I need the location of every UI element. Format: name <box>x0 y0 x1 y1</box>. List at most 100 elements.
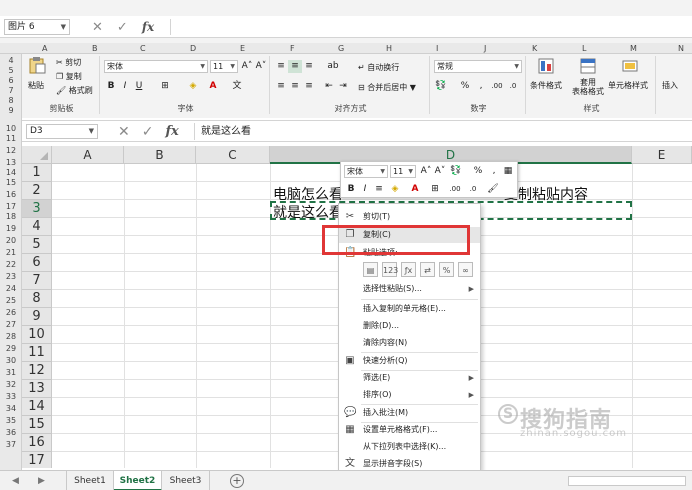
name-box[interactable]: D3 ▼ <box>26 124 98 139</box>
row-header[interactable]: 1 <box>22 164 52 182</box>
align-middle-icon[interactable]: ≡ <box>288 60 302 73</box>
check-icon[interactable]: ✓ <box>142 124 154 140</box>
row-header[interactable]: 2 <box>22 182 52 200</box>
column-header-a[interactable]: A <box>52 146 124 164</box>
paste-button[interactable] <box>28 56 46 76</box>
paste-link-icon[interactable]: ∞ <box>458 262 473 277</box>
menu-item-insert-comment[interactable]: 💬 插入批注(M) <box>339 405 480 421</box>
cell-style-label[interactable]: 单元格样式 <box>608 80 648 91</box>
row-header[interactable]: 16 <box>22 434 52 452</box>
font-color-icon[interactable]: A <box>408 183 422 196</box>
cell-style-icon[interactable] <box>622 58 638 76</box>
mini-font-select[interactable]: 宋体 ▼ <box>344 165 388 178</box>
border-icon[interactable]: ⊞ <box>158 80 172 93</box>
row-header[interactable]: 13 <box>22 380 52 398</box>
fill-color-icon[interactable]: ◈ <box>186 80 200 93</box>
increase-decimal-icon[interactable]: .00 <box>490 80 504 93</box>
percent-button[interactable]: % <box>458 80 472 93</box>
menu-item-delete[interactable]: 删除(D)... <box>339 318 480 334</box>
copy-button[interactable]: ❐ 复制 <box>56 71 82 82</box>
mini-bold-button[interactable]: B <box>344 183 358 196</box>
font-size-select[interactable]: 11 ▼ <box>210 60 238 73</box>
menu-item-filter[interactable]: 筛选(E) ▶ <box>339 370 480 386</box>
align-right-icon[interactable]: ≡ <box>302 80 316 93</box>
table-format-label[interactable]: 套用 表格格式 <box>572 78 604 96</box>
sheet-tab-sheet3[interactable]: Sheet3 <box>162 471 210 490</box>
conditional-format-icon[interactable] <box>538 58 554 76</box>
table-format-icon[interactable] <box>580 58 596 76</box>
scroll-right-icon[interactable]: ▶ <box>38 471 45 490</box>
decrease-indent-icon[interactable]: ⇤ <box>322 80 336 93</box>
currency-icon[interactable]: 💱 <box>434 80 448 93</box>
paste-formatting-icon[interactable]: % <box>439 262 454 277</box>
align-top-icon[interactable]: ≡ <box>274 60 288 73</box>
align-left-icon[interactable]: ≡ <box>274 80 288 93</box>
fill-color-icon[interactable]: ◈ <box>388 183 402 196</box>
format-table-icon[interactable]: ▦ <box>501 165 515 178</box>
chevron-down-icon[interactable]: ▼ <box>61 20 66 34</box>
conditional-format-label[interactable]: 条件格式 <box>530 80 562 91</box>
paste-values-icon[interactable]: 123 <box>382 262 398 277</box>
cancel-icon[interactable]: ✕ <box>92 20 103 35</box>
decrease-font-icon[interactable]: A˅ <box>254 60 268 73</box>
mini-size-select[interactable]: 11 ▼ <box>390 165 416 178</box>
menu-item-quick-analysis[interactable]: ▣ 快速分析(Q) <box>339 353 480 369</box>
mini-comma-button[interactable]: , <box>487 165 501 178</box>
cut-button[interactable]: ✂ 剪切 <box>56 57 81 68</box>
align-bottom-icon[interactable]: ≡ <box>302 60 316 73</box>
italic-button[interactable]: I <box>118 80 132 93</box>
align-center-icon[interactable]: ≡ <box>372 183 386 196</box>
mini-percent-button[interactable]: % <box>471 165 485 178</box>
column-header-e[interactable]: E <box>632 146 692 164</box>
row-header[interactable]: 14 <box>22 398 52 416</box>
function-icon[interactable]: fx <box>142 20 154 34</box>
row-header[interactable]: 4 <box>22 218 52 236</box>
brush-icon[interactable]: 🖌 <box>486 183 500 196</box>
menu-item-format-cells[interactable]: ▦ 设置单元格格式(F)... <box>339 422 480 438</box>
sheet-tab-sheet2[interactable]: Sheet2 <box>114 471 162 490</box>
paste-icon[interactable]: ▤ <box>363 262 378 277</box>
increase-font-icon[interactable]: A˄ <box>419 165 433 178</box>
menu-item-sort[interactable]: 排序(O) ▶ <box>339 387 480 403</box>
cancel-icon[interactable]: ✕ <box>118 124 130 140</box>
border-icon[interactable]: ⊞ <box>428 183 442 196</box>
horizontal-scrollbar[interactable] <box>568 476 686 486</box>
cell-d3-text[interactable]: 就是这么看 <box>273 202 343 222</box>
menu-item-insert-copied[interactable]: 插入复制的单元格(E)... <box>339 301 480 317</box>
paste-transpose-icon[interactable]: ⇄ <box>420 262 435 277</box>
function-icon[interactable]: fx <box>165 124 178 139</box>
outer-name-box[interactable]: 图片 6 ▼ <box>4 19 70 35</box>
row-header[interactable]: 17 <box>22 452 52 468</box>
column-header-c[interactable]: C <box>196 146 270 164</box>
insert-cells-button[interactable]: 插入 <box>662 80 678 91</box>
decrease-decimal-icon[interactable]: .0 <box>506 80 520 93</box>
row-header[interactable]: 11 <box>22 344 52 362</box>
row-header[interactable]: 15 <box>22 416 52 434</box>
row-header[interactable]: 3 <box>22 200 52 218</box>
row-header[interactable]: 7 <box>22 272 52 290</box>
row-header[interactable]: 12 <box>22 362 52 380</box>
mini-italic-button[interactable]: I <box>358 183 372 196</box>
row-header[interactable]: 5 <box>22 236 52 254</box>
outer-formula-input[interactable] <box>170 19 692 35</box>
menu-item-paste-special[interactable]: 选择性粘贴(S)... ▶ <box>339 281 480 297</box>
phonetic-icon[interactable]: 文 <box>230 80 244 93</box>
add-sheet-button[interactable]: + <box>230 474 244 488</box>
chevron-down-icon[interactable]: ▼ <box>89 125 94 138</box>
row-header[interactable]: 6 <box>22 254 52 272</box>
underline-button[interactable]: U <box>132 80 146 93</box>
menu-item-pick-list[interactable]: 从下拉列表中选择(K)... <box>339 439 480 455</box>
check-icon[interactable]: ✓ <box>117 20 128 35</box>
orientation-icon[interactable]: ab <box>326 60 340 73</box>
align-center-icon[interactable]: ≡ <box>288 80 302 93</box>
wrap-text-button[interactable]: ↵ 自动换行 <box>358 62 399 73</box>
bold-button[interactable]: B <box>104 80 118 93</box>
row-header[interactable]: 9 <box>22 308 52 326</box>
increase-font-icon[interactable]: A˄ <box>240 60 254 73</box>
increase-indent-icon[interactable]: ⇥ <box>336 80 350 93</box>
sheet-tab-sheet1[interactable]: Sheet1 <box>66 471 114 490</box>
column-header-b[interactable]: B <box>124 146 196 164</box>
paste-label[interactable]: 粘贴 <box>28 80 44 91</box>
formula-input[interactable]: 就是这么看 <box>194 123 692 140</box>
menu-item-clear[interactable]: 清除内容(N) <box>339 335 480 351</box>
